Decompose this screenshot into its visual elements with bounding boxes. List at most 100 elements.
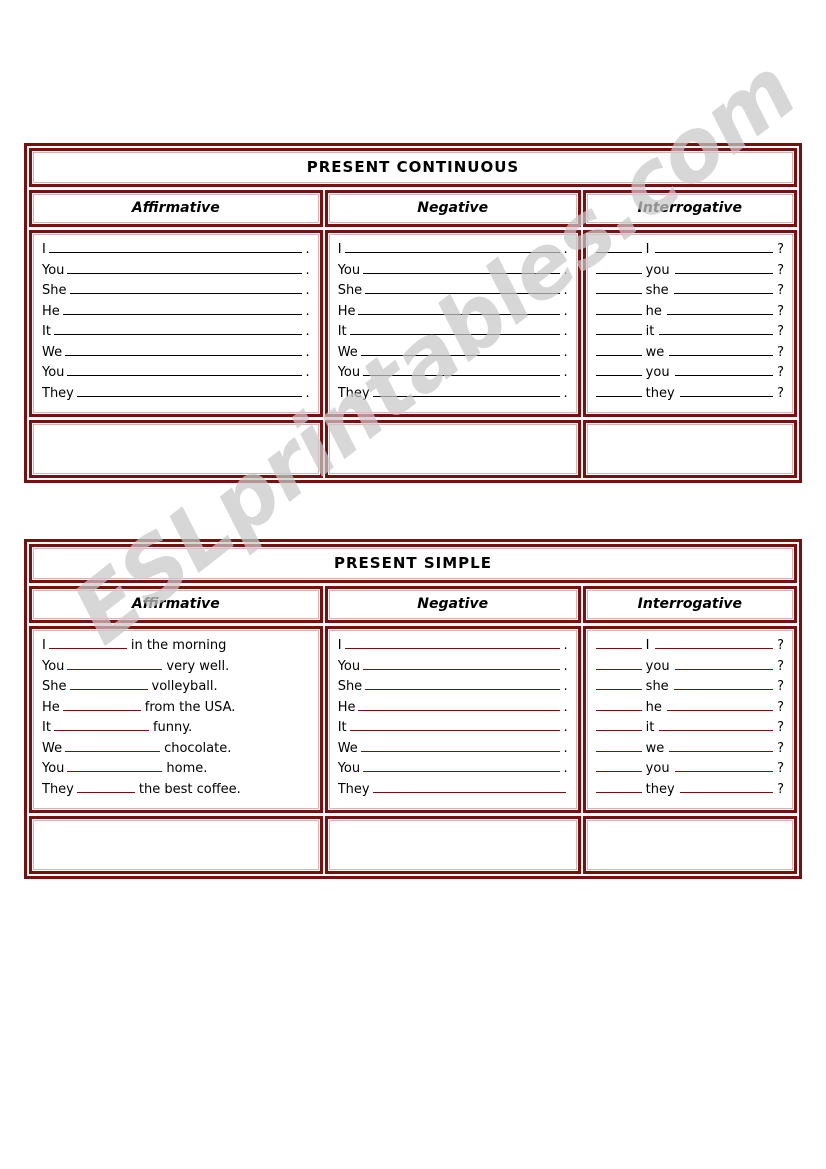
answer-blank[interactable] bbox=[659, 323, 774, 335]
notes-cell-affirmative[interactable] bbox=[29, 816, 323, 874]
answer-blank[interactable] bbox=[349, 719, 560, 731]
sentence-line[interactable]: I? bbox=[595, 637, 784, 658]
sentence-line[interactable]: you? bbox=[595, 760, 784, 781]
answer-blank[interactable] bbox=[349, 323, 560, 335]
sentence-line[interactable]: she? bbox=[595, 282, 784, 303]
answer-blank-auxiliary[interactable] bbox=[595, 385, 642, 397]
sentence-line[interactable]: She. bbox=[338, 678, 568, 699]
answer-blank[interactable] bbox=[360, 740, 560, 752]
answer-blank[interactable] bbox=[67, 262, 302, 274]
answer-blank[interactable] bbox=[358, 699, 560, 711]
answer-blank[interactable] bbox=[654, 241, 774, 253]
notes-cell-interrogative[interactable] bbox=[582, 420, 797, 478]
answer-blank[interactable] bbox=[674, 364, 774, 376]
answer-blank-auxiliary[interactable] bbox=[595, 781, 642, 793]
sentence-line[interactable]: you? bbox=[595, 658, 784, 679]
answer-blank[interactable] bbox=[674, 262, 774, 274]
answer-blank[interactable] bbox=[358, 303, 560, 315]
sentence-line[interactable]: They the best coffee. bbox=[42, 781, 310, 802]
answer-blank[interactable] bbox=[673, 678, 774, 690]
answer-blank[interactable] bbox=[679, 385, 774, 397]
answer-blank-auxiliary[interactable] bbox=[595, 719, 642, 731]
answer-blank-auxiliary[interactable] bbox=[595, 241, 642, 253]
sentence-line[interactable]: it? bbox=[595, 719, 784, 740]
answer-blank[interactable] bbox=[654, 637, 774, 649]
sentence-line[interactable]: It. bbox=[338, 719, 568, 740]
answer-blank[interactable] bbox=[62, 303, 302, 315]
sentence-line[interactable]: he? bbox=[595, 303, 784, 324]
answer-blank-auxiliary[interactable] bbox=[595, 699, 642, 711]
answer-blank[interactable] bbox=[674, 760, 774, 772]
sentence-line[interactable]: It. bbox=[338, 323, 568, 344]
sentence-line[interactable]: You. bbox=[338, 262, 568, 283]
sentence-line[interactable]: We. bbox=[42, 344, 310, 365]
answer-blank-auxiliary[interactable] bbox=[595, 760, 642, 772]
sentence-line[interactable]: She. bbox=[42, 282, 310, 303]
sentence-line[interactable]: I. bbox=[42, 241, 310, 262]
sentence-line[interactable]: I? bbox=[595, 241, 784, 262]
answer-blank[interactable] bbox=[53, 323, 302, 335]
sentence-line[interactable]: They. bbox=[338, 385, 568, 406]
sentence-line[interactable]: we? bbox=[595, 344, 784, 365]
sentence-line[interactable]: He. bbox=[42, 303, 310, 324]
sentence-line[interactable]: they? bbox=[595, 385, 784, 406]
answer-blank[interactable] bbox=[669, 344, 774, 356]
answer-blank[interactable] bbox=[674, 658, 774, 670]
answer-blank[interactable] bbox=[344, 637, 560, 649]
sentence-line[interactable]: She. bbox=[338, 282, 568, 303]
answer-blank[interactable] bbox=[67, 658, 163, 670]
answer-blank[interactable] bbox=[69, 678, 148, 690]
answer-blank[interactable] bbox=[365, 282, 560, 294]
answer-blank[interactable] bbox=[673, 282, 774, 294]
answer-blank[interactable] bbox=[69, 282, 302, 294]
answer-blank[interactable] bbox=[669, 740, 774, 752]
sentence-line[interactable]: You home. bbox=[42, 760, 310, 781]
answer-blank[interactable] bbox=[344, 241, 560, 253]
sentence-line[interactable]: we? bbox=[595, 740, 784, 761]
answer-blank[interactable] bbox=[76, 781, 135, 793]
answer-blank-auxiliary[interactable] bbox=[595, 637, 642, 649]
answer-blank-auxiliary[interactable] bbox=[595, 364, 642, 376]
answer-blank[interactable] bbox=[363, 364, 560, 376]
answer-blank[interactable] bbox=[666, 699, 774, 711]
sentence-line[interactable]: You. bbox=[42, 364, 310, 385]
answer-blank-auxiliary[interactable] bbox=[595, 303, 642, 315]
sentence-line[interactable]: You. bbox=[338, 658, 568, 679]
sentence-line[interactable]: He. bbox=[338, 699, 568, 720]
notes-cell-negative[interactable] bbox=[324, 816, 581, 874]
answer-blank[interactable] bbox=[53, 719, 149, 731]
sentence-line[interactable]: We. bbox=[338, 740, 568, 761]
answer-blank[interactable] bbox=[360, 344, 560, 356]
sentence-line[interactable]: He. bbox=[338, 303, 568, 324]
sentence-line[interactable]: they? bbox=[595, 781, 784, 802]
sentence-line[interactable]: You. bbox=[338, 760, 568, 781]
answer-blank[interactable] bbox=[67, 760, 163, 772]
sentence-line[interactable]: I. bbox=[338, 637, 568, 658]
sentence-line[interactable]: It funny. bbox=[42, 719, 310, 740]
answer-blank[interactable] bbox=[365, 678, 560, 690]
answer-blank-auxiliary[interactable] bbox=[595, 658, 642, 670]
answer-blank[interactable] bbox=[363, 760, 560, 772]
answer-blank-auxiliary[interactable] bbox=[595, 323, 642, 335]
sentence-line[interactable]: They. bbox=[42, 385, 310, 406]
answer-blank[interactable] bbox=[659, 719, 774, 731]
answer-blank[interactable] bbox=[372, 385, 560, 397]
answer-blank[interactable] bbox=[65, 740, 161, 752]
notes-cell-negative[interactable] bbox=[324, 420, 581, 478]
sentence-line[interactable]: We chocolate. bbox=[42, 740, 310, 761]
answer-blank[interactable] bbox=[48, 241, 302, 253]
sentence-line[interactable]: it? bbox=[595, 323, 784, 344]
sentence-line[interactable]: Iin the morning bbox=[42, 637, 310, 658]
notes-cell-affirmative[interactable] bbox=[29, 420, 323, 478]
answer-blank-auxiliary[interactable] bbox=[595, 344, 642, 356]
answer-blank[interactable] bbox=[65, 344, 302, 356]
sentence-line[interactable]: She volleyball. bbox=[42, 678, 310, 699]
notes-cell-interrogative[interactable] bbox=[582, 816, 797, 874]
answer-blank[interactable] bbox=[48, 637, 127, 649]
sentence-line[interactable]: You. bbox=[338, 364, 568, 385]
sentence-line[interactable]: she? bbox=[595, 678, 784, 699]
answer-blank[interactable] bbox=[67, 364, 302, 376]
answer-blank[interactable] bbox=[679, 781, 774, 793]
answer-blank-auxiliary[interactable] bbox=[595, 740, 642, 752]
sentence-line[interactable]: You. bbox=[42, 262, 310, 283]
